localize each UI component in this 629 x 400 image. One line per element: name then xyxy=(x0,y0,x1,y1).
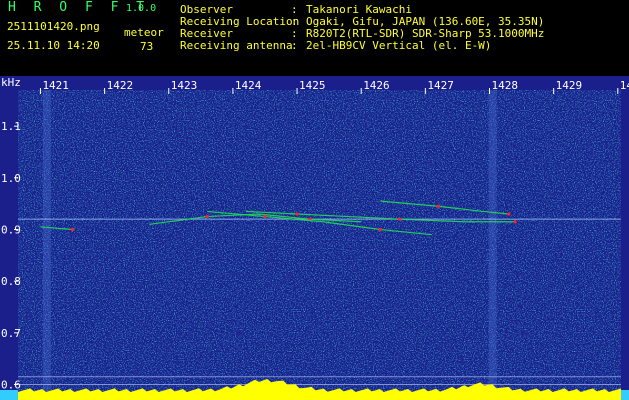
x-tick-label: 1421 xyxy=(42,79,69,92)
colon: : xyxy=(291,39,298,52)
echo-head xyxy=(70,227,75,232)
echo-head xyxy=(507,212,511,216)
x-tick-label: 1430 xyxy=(620,79,629,92)
y-tick-label: 0.8 xyxy=(1,275,21,288)
app-version: 1.0.0 xyxy=(126,3,157,14)
x-tick-label: 1428 xyxy=(491,79,518,92)
y-unit-label: kHz xyxy=(1,76,21,89)
x-tick-label: 1423 xyxy=(171,79,198,92)
meteor-label: meteor xyxy=(124,26,164,39)
y-tick-label: 1.1 xyxy=(1,120,21,133)
echo-head xyxy=(295,212,299,216)
echo-head xyxy=(205,214,209,219)
power-edge-left xyxy=(0,390,18,400)
y-tick-label: 0.6 xyxy=(1,379,21,392)
y-tick-label: 0.7 xyxy=(1,327,21,340)
x-tick-label: 1427 xyxy=(427,79,454,92)
x-tick-label: 1426 xyxy=(363,79,390,92)
x-tick-label: 1429 xyxy=(556,79,583,92)
antenna-label: Receiving antenna xyxy=(180,39,293,52)
echo-head xyxy=(378,227,383,232)
x-tick-label: 1425 xyxy=(299,79,326,92)
spectrogram-chart: 1421 1422 1423 1424 1425 1426 1427 1428 1429 1430… xyxy=(0,76,629,400)
y-tick-label: 1.0 xyxy=(1,172,21,185)
meteor-count: 73 xyxy=(140,40,154,53)
noise-layer xyxy=(18,90,621,400)
datetime-label: 25.11.10 14:20 xyxy=(7,39,100,52)
echo-head xyxy=(398,217,402,221)
y-tick-label: 0.9 xyxy=(1,224,21,237)
header-panel: H R O F F T 1.0.0 2511101420.png 25.11.1… xyxy=(0,0,629,76)
echo-head xyxy=(263,214,267,219)
echo-head xyxy=(513,220,517,224)
antenna-value: 2el-HB9CV Vertical (el. E-W) xyxy=(306,39,492,52)
noise-band xyxy=(42,90,51,400)
x-tick-label: 1424 xyxy=(235,79,262,92)
filename-label: 2511101420.png xyxy=(7,20,100,33)
x-tick-label: 1422 xyxy=(107,79,134,92)
noise-band xyxy=(488,90,497,400)
power-edge-right xyxy=(621,390,629,400)
echo-head xyxy=(436,204,440,208)
